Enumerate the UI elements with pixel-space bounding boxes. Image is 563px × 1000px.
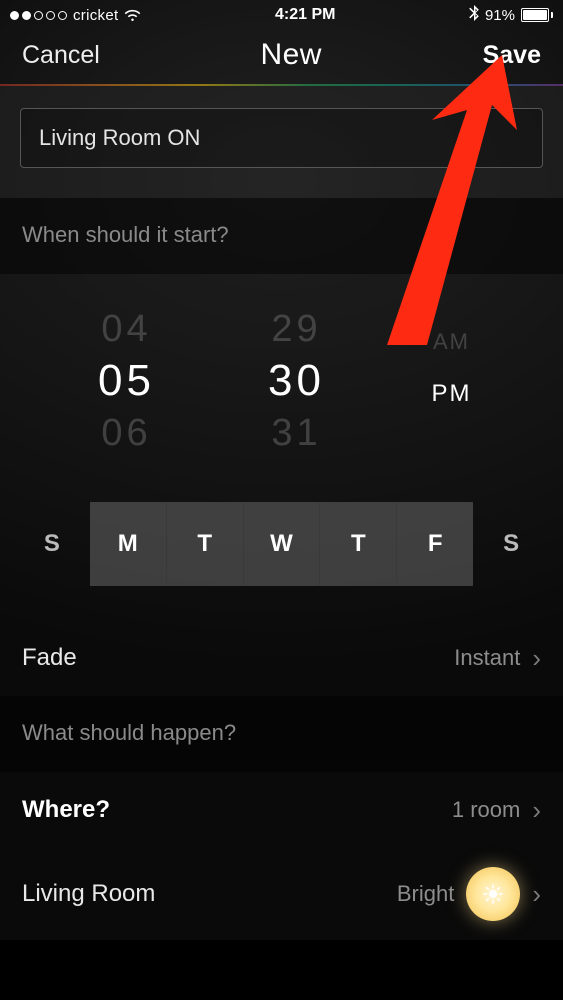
room-label: Living Room xyxy=(22,880,155,908)
day-toggle-4[interactable]: T xyxy=(319,502,396,586)
bluetooth-icon xyxy=(469,5,479,25)
ampm-column[interactable]: AM PM xyxy=(412,316,492,472)
day-toggle-5[interactable]: F xyxy=(396,502,473,586)
day-toggle-2[interactable]: T xyxy=(166,502,243,586)
fade-value: Instant xyxy=(454,645,520,671)
time-picker[interactable]: 04 05 06 29 30 31 AM PM SMTWTFS xyxy=(0,274,563,620)
battery-icon xyxy=(521,8,553,22)
battery-fill xyxy=(523,10,547,20)
status-bar: cricket 4:21 PM 91% xyxy=(0,0,563,26)
nav-bar: Cancel New Save xyxy=(0,26,563,84)
where-row[interactable]: Where? 1 room › xyxy=(0,772,563,848)
chevron-right-icon: › xyxy=(532,643,541,674)
day-toggle-1[interactable]: M xyxy=(90,502,166,586)
hour-selected: 05 xyxy=(98,355,155,407)
cancel-button[interactable]: Cancel xyxy=(22,41,100,70)
day-toggle-6[interactable]: S xyxy=(473,502,549,586)
hour-column[interactable]: 04 05 06 xyxy=(72,303,182,459)
hour-prev: 04 xyxy=(101,303,151,355)
chevron-right-icon: › xyxy=(532,795,541,826)
minute-selected: 30 xyxy=(268,355,325,407)
hour-next: 06 xyxy=(101,407,151,459)
status-clock: 4:21 PM xyxy=(275,6,335,24)
room-value: Bright xyxy=(397,881,454,907)
fade-row[interactable]: Fade Instant › xyxy=(0,620,563,696)
where-value: 1 room xyxy=(452,797,520,823)
carrier-label: cricket xyxy=(73,7,118,24)
divider-rainbow xyxy=(0,84,563,86)
ampm-selected: PM xyxy=(432,368,472,420)
chevron-right-icon: › xyxy=(532,879,541,910)
section-header-happen: What should happen? xyxy=(0,696,563,772)
minute-prev: 29 xyxy=(271,303,321,355)
minute-next: 31 xyxy=(271,407,321,459)
ampm-prev: AM xyxy=(433,316,470,368)
wifi-icon xyxy=(124,9,141,22)
room-row[interactable]: Living Room Bright xyxy=(0,848,563,940)
fade-label: Fade xyxy=(22,644,77,672)
where-label: Where? xyxy=(22,796,110,824)
save-button[interactable]: Save xyxy=(483,41,541,70)
section-header-start: When should it start? xyxy=(0,198,563,274)
minute-column[interactable]: 29 30 31 xyxy=(242,303,352,459)
day-toggle-3[interactable]: W xyxy=(243,502,320,586)
day-selector: SMTWTFS xyxy=(14,502,549,586)
page-title: New xyxy=(260,38,322,72)
battery-percentage: 91% xyxy=(485,7,515,24)
routine-name-input[interactable] xyxy=(20,108,543,168)
name-section xyxy=(0,86,563,198)
day-toggle-0[interactable]: S xyxy=(14,502,90,586)
cellular-signal-icon xyxy=(10,11,67,20)
brightness-icon xyxy=(466,867,520,921)
